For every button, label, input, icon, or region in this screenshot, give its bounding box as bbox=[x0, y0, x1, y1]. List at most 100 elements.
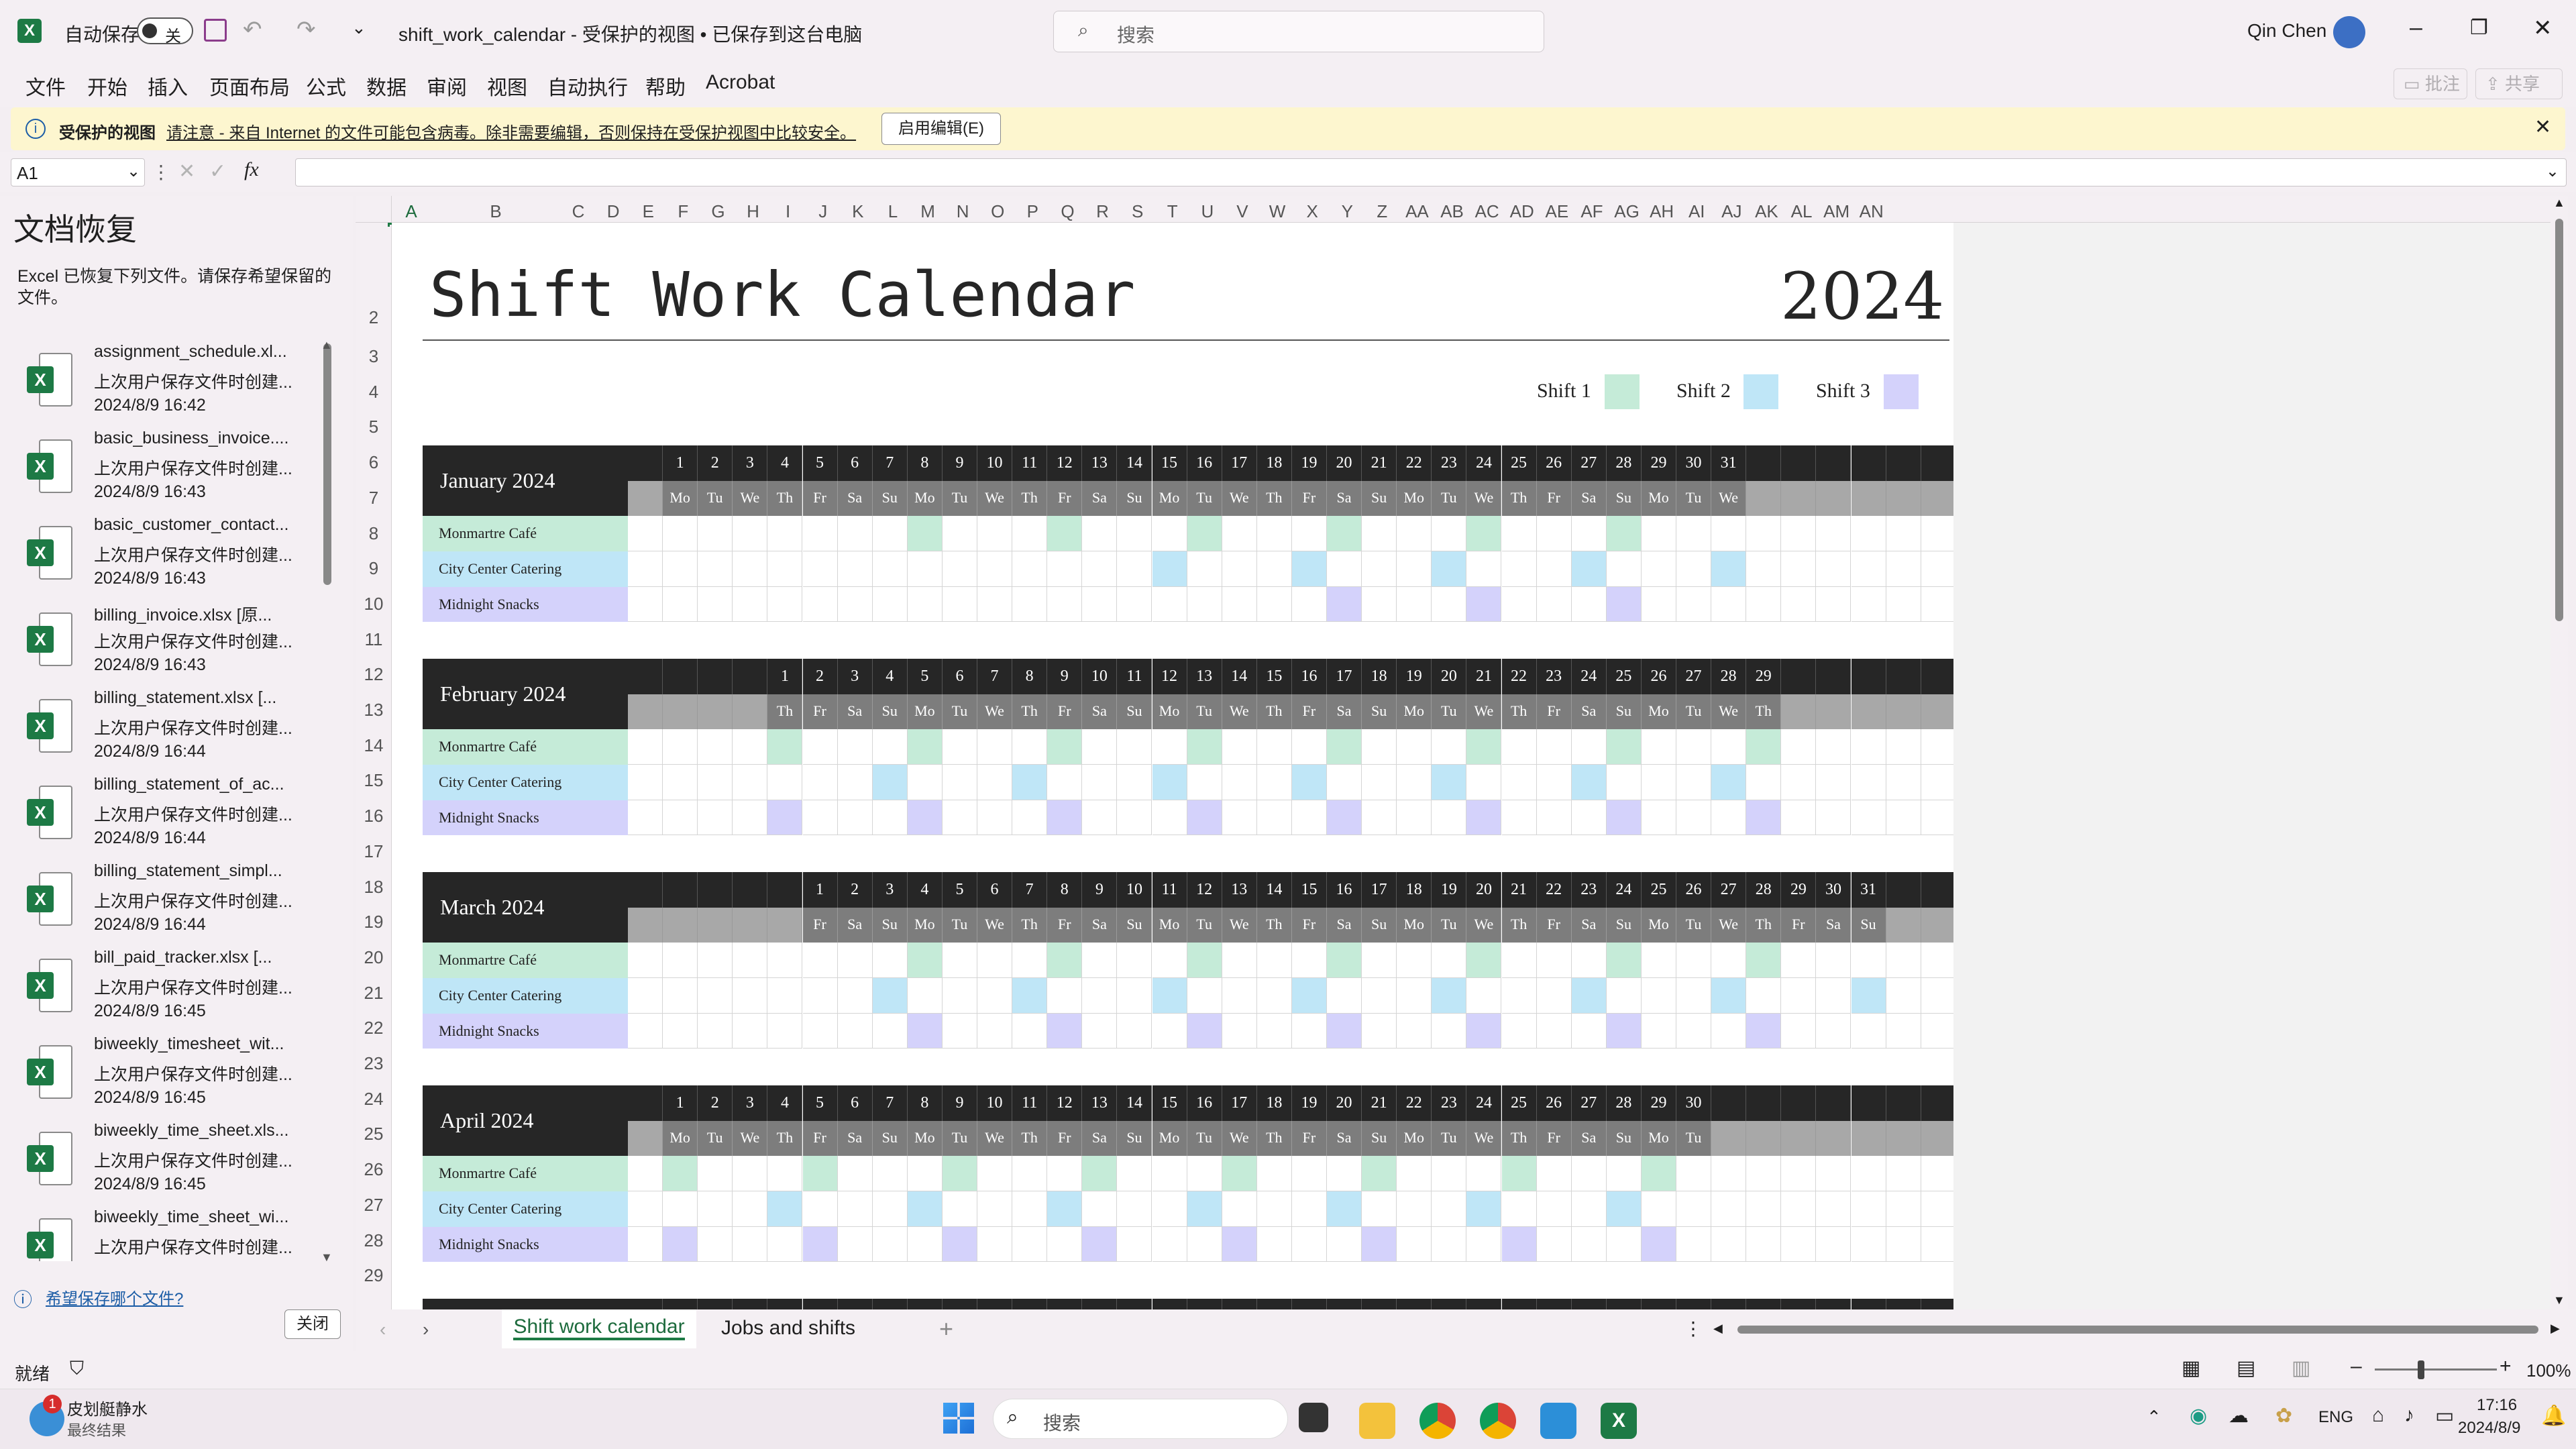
row-header[interactable]: 7 bbox=[356, 488, 392, 508]
shift-cell[interactable] bbox=[1222, 1156, 1257, 1192]
calendar-cell[interactable] bbox=[1466, 765, 1502, 800]
recovery-item[interactable]: Xbilling_invoice.xlsx [原... 上次用户保存文件时创建..… bbox=[0, 596, 335, 682]
recovery-item[interactable]: Xbiweekly_time_sheet_wi... 上次用户保存文件时创建...… bbox=[0, 1202, 335, 1261]
calendar-cell[interactable] bbox=[837, 1013, 873, 1049]
zoom-out-icon[interactable]: – bbox=[2351, 1355, 2362, 1378]
shift-cell[interactable] bbox=[1152, 551, 1187, 587]
scroll-down-icon[interactable]: ▼ bbox=[2553, 1293, 2565, 1307]
calendar-cell[interactable] bbox=[1362, 943, 1397, 979]
clock-date[interactable]: 2024/8/9 bbox=[2458, 1419, 2520, 1438]
shift-cell[interactable] bbox=[907, 729, 943, 765]
column-header[interactable]: R bbox=[1085, 201, 1120, 222]
calendar-cell[interactable] bbox=[837, 586, 873, 623]
weather-title[interactable]: 皮划艇静水 bbox=[67, 1396, 148, 1419]
shift-cell[interactable] bbox=[1571, 765, 1607, 800]
calendar-cell[interactable] bbox=[1256, 551, 1292, 587]
column-header[interactable]: AD bbox=[1505, 201, 1540, 222]
share-button[interactable]: ⇪ 共享 bbox=[2475, 68, 2563, 99]
cancel-icon[interactable]: ✕ bbox=[178, 160, 195, 183]
column-header[interactable]: V bbox=[1225, 201, 1260, 222]
calendar-cell[interactable] bbox=[1921, 551, 1953, 587]
calendar-cell[interactable] bbox=[628, 551, 663, 587]
calendar-cell[interactable] bbox=[663, 765, 698, 800]
shift-cell[interactable] bbox=[1047, 1013, 1083, 1049]
calendar-cell[interactable] bbox=[1641, 1013, 1676, 1049]
calendar-cell[interactable] bbox=[1397, 516, 1432, 552]
calendar-cell[interactable] bbox=[1047, 586, 1083, 623]
accessibility-icon[interactable]: ⛉ bbox=[70, 1358, 84, 1380]
menu-home[interactable]: 开始 bbox=[87, 71, 127, 101]
row-header[interactable]: 2 bbox=[356, 307, 392, 328]
calendar-cell[interactable] bbox=[1571, 1191, 1607, 1227]
calendar-cell[interactable] bbox=[1327, 1156, 1362, 1192]
calendar-cell[interactable] bbox=[733, 800, 768, 836]
calendar-cell[interactable] bbox=[1082, 551, 1118, 587]
calendar-cell[interactable] bbox=[1152, 516, 1187, 552]
calendar-cell[interactable] bbox=[1921, 1156, 1953, 1192]
calendar-cell[interactable] bbox=[1187, 551, 1222, 587]
calendar-cell[interactable] bbox=[1222, 516, 1257, 552]
shift-cell[interactable] bbox=[1501, 1226, 1537, 1263]
zoom-slider-thumb[interactable] bbox=[2418, 1360, 2424, 1379]
calendar-cell[interactable] bbox=[1711, 516, 1747, 552]
calendar-cell[interactable] bbox=[1047, 1156, 1083, 1192]
undo-icon[interactable]: ↶ bbox=[243, 16, 262, 43]
row-header[interactable]: 14 bbox=[356, 735, 392, 756]
calendar-cell[interactable] bbox=[1816, 1191, 1851, 1227]
name-box[interactable]: A1 ⌄ bbox=[11, 158, 145, 186]
calendar-cell[interactable] bbox=[802, 1013, 838, 1049]
calendar-cell[interactable] bbox=[1606, 765, 1642, 800]
calendar-cell[interactable] bbox=[1397, 551, 1432, 587]
calendar-cell[interactable] bbox=[1117, 586, 1152, 623]
calendar-cell[interactable] bbox=[1921, 586, 1953, 623]
document-title[interactable]: shift_work_calendar - 受保护的视图 • 已保存到这台电脑 bbox=[398, 20, 862, 47]
calendar-cell[interactable] bbox=[1082, 516, 1118, 552]
shift-cell[interactable] bbox=[1362, 1226, 1397, 1263]
calendar-cell[interactable] bbox=[942, 551, 977, 587]
zoom-level[interactable]: 100% bbox=[2526, 1360, 2571, 1381]
calendar-cell[interactable] bbox=[977, 978, 1013, 1014]
calendar-cell[interactable] bbox=[942, 586, 977, 623]
shift-cell[interactable] bbox=[1327, 1191, 1362, 1227]
save-icon[interactable] bbox=[204, 19, 227, 42]
shift-cell[interactable] bbox=[1606, 943, 1642, 979]
calendar-cell[interactable] bbox=[1851, 1156, 1886, 1192]
calendar-cell[interactable] bbox=[1291, 516, 1327, 552]
calendar-cell[interactable] bbox=[1536, 586, 1572, 623]
shift-cell[interactable] bbox=[907, 800, 943, 836]
calendar-cell[interactable] bbox=[1676, 516, 1712, 552]
calendar-cell[interactable] bbox=[1117, 943, 1152, 979]
calendar-cell[interactable] bbox=[663, 1013, 698, 1049]
network-icon[interactable]: ⌂ bbox=[2372, 1404, 2384, 1427]
shift-cell[interactable] bbox=[942, 1226, 977, 1263]
calendar-cell[interactable] bbox=[1012, 1226, 1048, 1263]
calendar-cell[interactable] bbox=[1536, 1191, 1572, 1227]
column-header[interactable]: AI bbox=[1679, 201, 1714, 222]
calendar-cell[interactable] bbox=[1187, 1226, 1222, 1263]
calendar-cell[interactable] bbox=[977, 1191, 1013, 1227]
calendar-cell[interactable] bbox=[1641, 978, 1676, 1014]
calendar-cell[interactable] bbox=[1291, 800, 1327, 836]
calendar-cell[interactable] bbox=[1291, 943, 1327, 979]
shift-cell[interactable] bbox=[1187, 943, 1222, 979]
calendar-cell[interactable] bbox=[698, 800, 733, 836]
calendar-cell[interactable] bbox=[1921, 978, 1953, 1014]
calendar-cell[interactable] bbox=[1222, 1191, 1257, 1227]
calendar-cell[interactable] bbox=[907, 765, 943, 800]
recovery-scrollbar[interactable] bbox=[323, 343, 331, 585]
calendar-cell[interactable] bbox=[1676, 1191, 1712, 1227]
which-files-link[interactable]: 希望保存哪个文件? bbox=[46, 1285, 183, 1309]
calendar-cell[interactable] bbox=[802, 800, 838, 836]
shift-cell[interactable] bbox=[1466, 1013, 1502, 1049]
calendar-cell[interactable] bbox=[1501, 800, 1537, 836]
calendar-cell[interactable] bbox=[1432, 516, 1467, 552]
calendar-cell[interactable] bbox=[1886, 1013, 1921, 1049]
calendar-cell[interactable] bbox=[1187, 765, 1222, 800]
calendar-cell[interactable] bbox=[1536, 551, 1572, 587]
recovery-item[interactable]: Xbill_paid_tracker.xlsx [... 上次用户保存文件时创建.… bbox=[0, 943, 335, 1028]
calendar-cell[interactable] bbox=[1641, 551, 1676, 587]
calendar-cell[interactable] bbox=[733, 1191, 768, 1227]
redo-icon[interactable]: ↷ bbox=[297, 16, 316, 43]
calendar-cell[interactable] bbox=[1571, 1156, 1607, 1192]
calendar-cell[interactable] bbox=[698, 1226, 733, 1263]
